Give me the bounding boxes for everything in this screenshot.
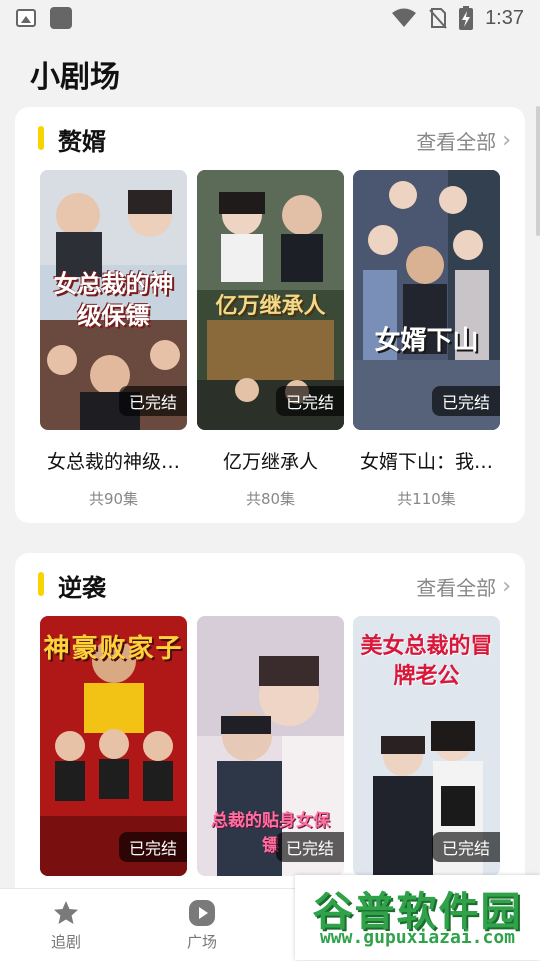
section-header: 赘婿 查看全部 › [15,107,525,169]
play-icon [189,900,215,926]
page-title: 小剧场 [30,60,120,95]
drama-title[interactable]: 女总裁的神级… [40,447,187,474]
scrollbar[interactable] [536,106,540,236]
drama-title[interactable]: 亿万继承人 [197,447,344,474]
see-all-link[interactable]: 查看全部 › [416,572,511,601]
poster-title-text: 美女总裁的冒牌老公 [360,634,493,689]
wifi-icon [392,8,417,27]
episode-count: 共80集 [245,490,296,508]
battery-charging-icon [459,6,474,30]
see-all-label: 查看全部 [416,576,497,600]
watermark-url: www.gupuxiazai.com [319,927,516,948]
star-icon [54,901,78,924]
status-left [16,7,72,29]
poster-title-text: 女总裁的神级保镖 [53,270,174,330]
see-all-label: 查看全部 [416,130,497,154]
status-badge: 已完结 [431,386,500,416]
see-all-link[interactable]: 查看全部 › [416,126,511,155]
poster-title-text: 女婿下山 [374,326,479,356]
drama-poster[interactable]: 神豪败家子 已完结 [40,616,187,876]
no-sim-icon [429,8,447,29]
tab-guangchang[interactable]: 广场 [157,899,247,952]
section-header: 逆袭 查看全部 › [15,553,525,615]
section-card-zhuixu: 赘婿 查看全部 › 女总裁的神级保镖 已完结 亿万继承人 已完结 女婿下山 已完… [15,107,525,523]
drama-poster[interactable]: 女婿下山 已完结 [353,170,500,430]
drama-poster[interactable]: 亿万继承人 已完结 [197,170,344,430]
status-badge: 已完结 [275,386,344,416]
tab-label: 追剧 [50,933,81,951]
status-badge: 已完结 [431,832,500,862]
chevron-right-icon: › [502,573,511,599]
status-right: 1:37 [391,6,524,30]
status-badge: 已完结 [275,832,344,862]
section-accent-bar [38,572,44,596]
tab-zhuiju[interactable]: 追剧 [21,899,111,952]
section-accent-bar [38,126,44,150]
drama-title[interactable]: 女婿下山：我… [353,447,500,474]
drama-poster[interactable]: 总裁的贴身女保镖 已完结 [197,616,344,876]
status-time: 1:37 [485,6,524,29]
tab-label: 广场 [186,933,217,951]
drama-poster[interactable]: 美女总裁的冒牌老公 已完结 [353,616,500,876]
section-title: 赘婿 [58,128,106,156]
app-notification-icon [50,7,72,29]
section-title: 逆袭 [58,574,106,602]
status-bar: 1:37 [0,0,540,36]
poster-title-text: 神豪败家子 [43,634,184,664]
section-card-nixi: 逆袭 查看全部 › 神豪败家子 已完结 总裁的贴身女保镖 已完结 美女总裁的冒牌… [15,553,525,913]
chevron-right-icon: › [502,127,511,153]
status-badge: 已完结 [118,832,187,862]
poster-title-text: 亿万继承人 [215,294,326,319]
episode-count: 共90集 [88,490,139,508]
episode-count: 共110集 [397,490,456,508]
drama-poster[interactable]: 女总裁的神级保镖 已完结 [40,170,187,430]
status-badge: 已完结 [118,386,187,416]
gallery-notification-icon [16,9,36,27]
watermark: 谷普软件园 www.gupuxiazai.com [295,875,540,960]
